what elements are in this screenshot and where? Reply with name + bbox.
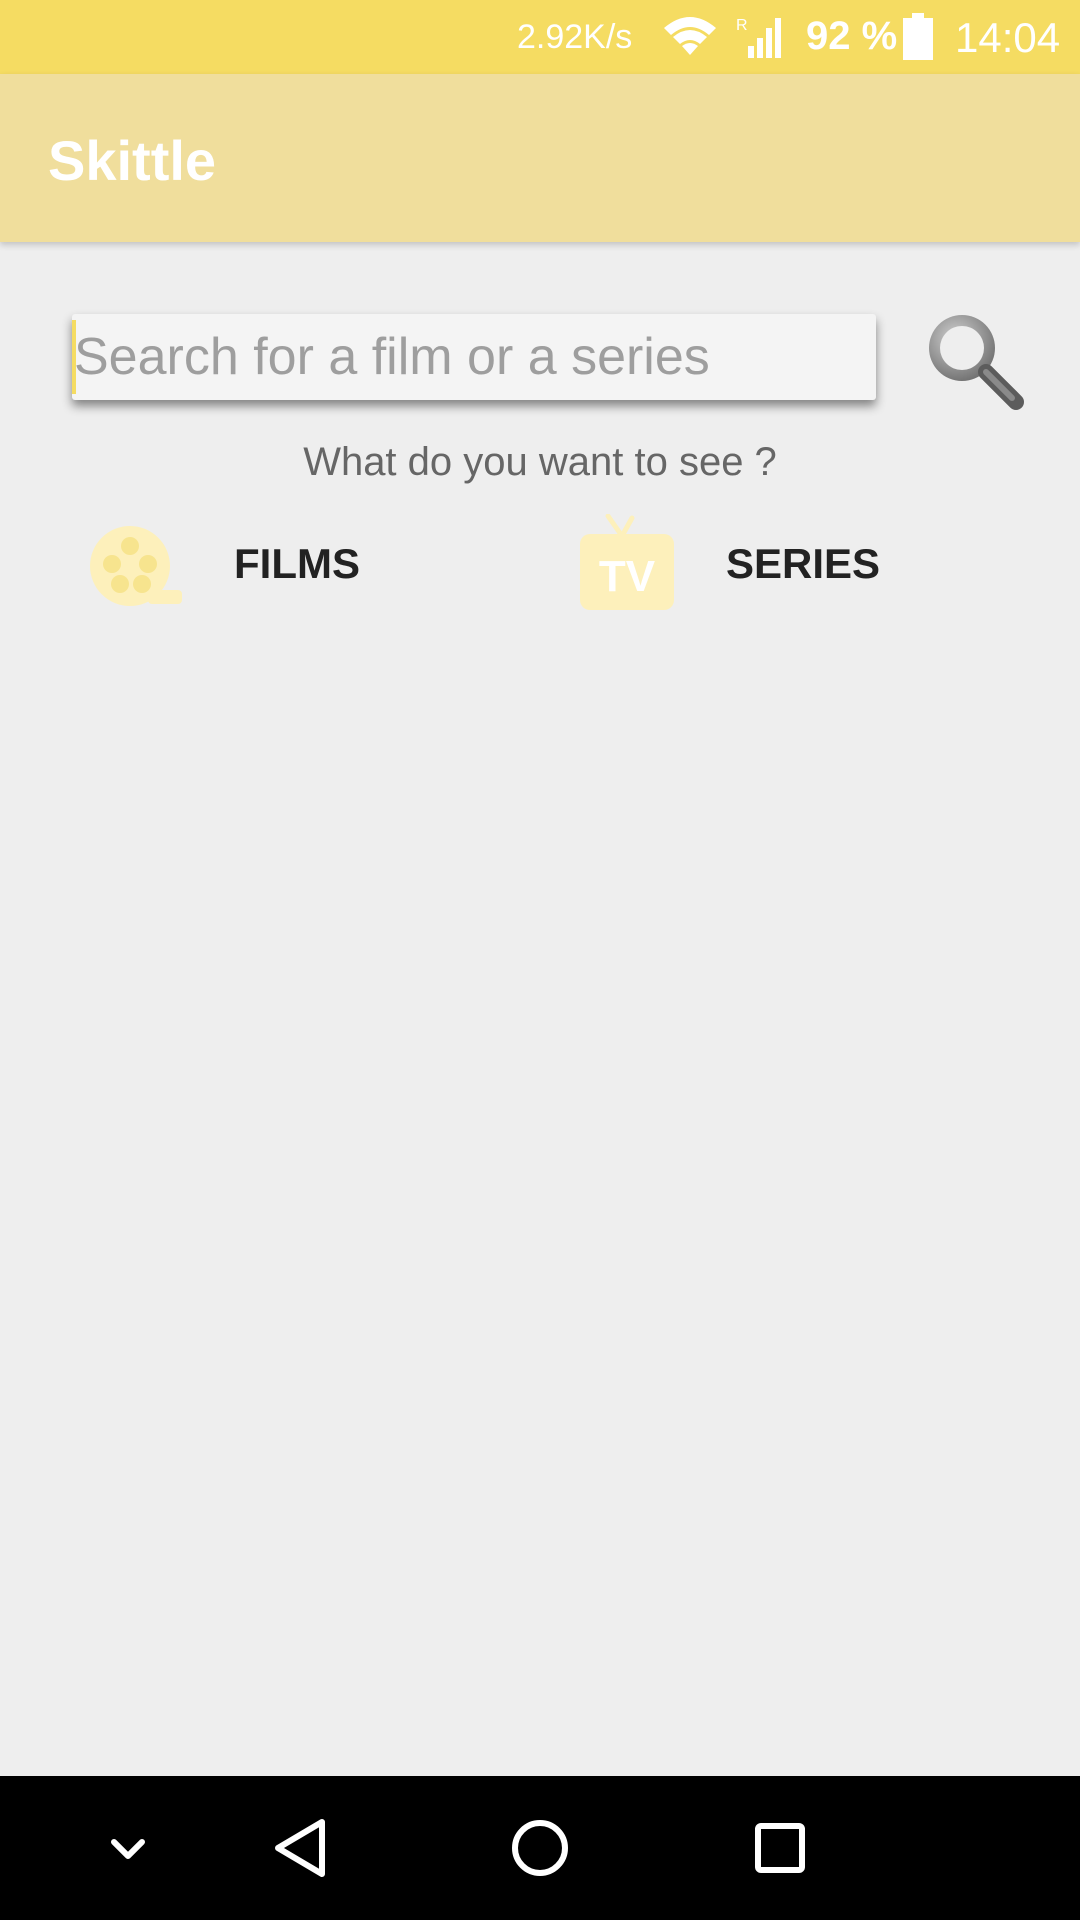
- tv-icon: TV: [578, 513, 678, 614]
- cell-signal-icon: R: [736, 14, 786, 65]
- recents-icon: [755, 1823, 805, 1873]
- series-button[interactable]: TV SERIES: [578, 510, 998, 620]
- battery-percentage: 92 %: [806, 14, 898, 58]
- series-label: SERIES: [726, 540, 881, 587]
- network-speed: 2.92K/s: [517, 18, 633, 56]
- search-icon: [929, 315, 1024, 410]
- search-box: [72, 314, 876, 400]
- home-button[interactable]: [490, 1798, 590, 1898]
- wifi-icon: [662, 14, 718, 63]
- hide-keyboard-icon: [111, 1839, 145, 1859]
- films-button[interactable]: FILMS: [88, 510, 508, 620]
- prompt-text: What do you want to see ?: [303, 440, 777, 484]
- home-icon: [512, 1820, 568, 1876]
- svg-text:TV: TV: [599, 552, 656, 601]
- search-input[interactable]: [72, 314, 876, 400]
- search-button[interactable]: [916, 304, 1028, 416]
- roaming-indicator: R: [736, 17, 748, 34]
- films-label: FILMS: [234, 540, 360, 587]
- hide-keyboard-button[interactable]: [78, 1798, 178, 1898]
- clock: 14:04: [955, 14, 1061, 61]
- app-title: Skittle: [48, 129, 217, 192]
- back-button[interactable]: [250, 1798, 350, 1898]
- battery-icon: [902, 13, 934, 66]
- recents-button[interactable]: [730, 1798, 830, 1898]
- back-icon: [275, 1819, 325, 1877]
- status-bar: 2.92K/s R 92 % 14:04: [0, 0, 1080, 74]
- text-cursor: [72, 320, 76, 394]
- navigation-bar: [0, 1776, 1080, 1920]
- app-bar: Skittle: [0, 74, 1080, 242]
- film-reel-icon: [88, 514, 188, 614]
